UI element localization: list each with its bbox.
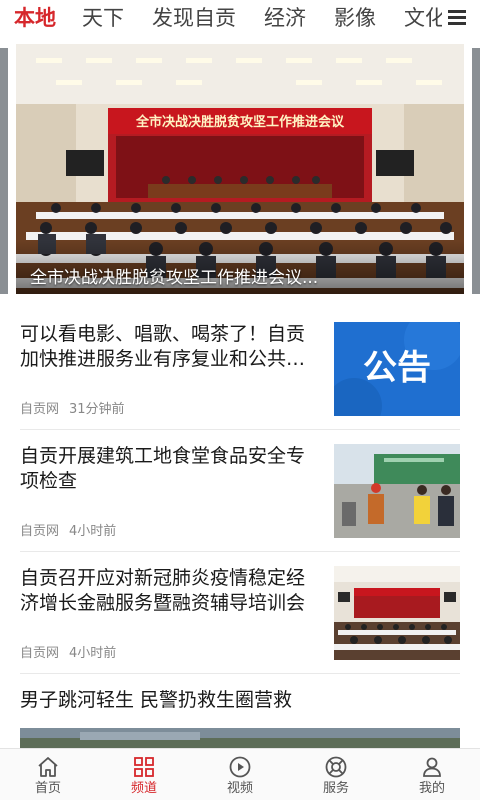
home-icon: [38, 757, 58, 777]
news-title[interactable]: 可以看电影、唱歌、喝茶了！自贡加快推进服务业有序复业和公共…: [20, 322, 320, 372]
tab-culture[interactable]: 文化: [404, 4, 442, 32]
carousel-slide[interactable]: 全市决战决胜脱贫攻坚工作推进会议 全市决战决胜脱贫攻坚工作推进会议...: [16, 44, 464, 294]
bottom-nav-label: 服务: [322, 781, 349, 796]
news-time: 4小时前: [69, 646, 117, 661]
carousel-next-peek: [472, 48, 480, 294]
news-source: 自贡网: [20, 524, 60, 539]
bottom-nav-home[interactable]: 首页: [18, 755, 78, 799]
news-title[interactable]: 自贡召开应对新冠肺炎疫情稳定经济增长金融服务暨融资辅导培训会: [20, 566, 320, 616]
user-icon: [423, 757, 441, 777]
news-thumbnail[interactable]: [334, 566, 460, 660]
news-title[interactable]: 男子跳河轻生 民警扔救生圈营救: [20, 688, 460, 714]
bottom-nav-label: 我的: [418, 781, 445, 796]
news-meta: 自贡网 4小时前: [20, 520, 116, 539]
bottom-nav-label: 首页: [34, 781, 61, 796]
news-thumbnail[interactable]: [334, 444, 460, 538]
banner-text: 全市决战决胜脱贫攻坚工作推进会议: [135, 114, 345, 130]
lifebuoy-icon: [325, 756, 347, 778]
headline-carousel[interactable]: 全市决战决胜脱贫攻坚工作推进会议 全市决战决胜脱贫攻坚工作推进会议...: [0, 38, 480, 300]
bottom-nav-channels[interactable]: 频道: [114, 755, 174, 799]
meeting-photo: 全市决战决胜脱贫攻坚工作推进会议: [16, 44, 464, 294]
news-title[interactable]: 自贡开展建筑工地食堂食品安全专项检查: [20, 444, 320, 494]
thumbnail-notice-text: 公告: [363, 348, 431, 388]
tab-world[interactable]: 天下: [82, 4, 124, 32]
news-meta: 自贡网 4小时前: [20, 642, 116, 661]
hamburger-menu-icon[interactable]: [446, 7, 468, 29]
news-meta: 自贡网 31分钟前: [20, 398, 125, 417]
bottom-nav-profile[interactable]: 我的: [402, 755, 462, 799]
news-source: 自贡网: [20, 646, 60, 661]
bottom-nav-label: 视频: [226, 781, 253, 796]
bottom-nav-video[interactable]: 视频: [210, 755, 270, 799]
bottom-nav-services[interactable]: 服务: [306, 755, 366, 799]
news-item[interactable]: 自贡开展建筑工地食堂食品安全专项检查 自贡网 4小时前: [20, 440, 460, 552]
carousel-prev-peek: [0, 48, 8, 294]
tab-images[interactable]: 影像: [334, 4, 376, 32]
bottom-nav: 首页 频道 视频 服务 我的: [0, 748, 480, 800]
news-thumbnail[interactable]: 公告: [334, 322, 460, 416]
tab-local[interactable]: 本地: [14, 4, 56, 32]
news-item[interactable]: 自贡召开应对新冠肺炎疫情稳定经济增长金融服务暨融资辅导培训会 自贡网 4小时前: [20, 562, 460, 674]
bottom-nav-label: 频道: [130, 781, 157, 796]
play-icon: [229, 756, 251, 778]
top-nav-bar: 本地 天下 发现自贡 经济 影像 文化: [0, 0, 480, 38]
news-time: 31分钟前: [69, 402, 125, 417]
tab-economy[interactable]: 经济: [264, 4, 306, 32]
news-item[interactable]: 男子跳河轻生 民警扔救生圈营救: [20, 684, 460, 728]
tab-discover-zigong[interactable]: 发现自贡: [152, 4, 236, 32]
news-source: 自贡网: [20, 402, 60, 417]
category-tabs: 本地 天下 发现自贡 经济 影像 文化: [0, 0, 442, 38]
grid-icon: [134, 757, 154, 777]
news-time: 4小时前: [69, 524, 117, 539]
carousel-caption: 全市决战决胜脱贫攻坚工作推进会议...: [30, 268, 319, 288]
news-image[interactable]: [20, 728, 460, 750]
news-item[interactable]: 可以看电影、唱歌、喝茶了！自贡加快推进服务业有序复业和公共… 自贡网 31分钟前 …: [20, 318, 460, 430]
